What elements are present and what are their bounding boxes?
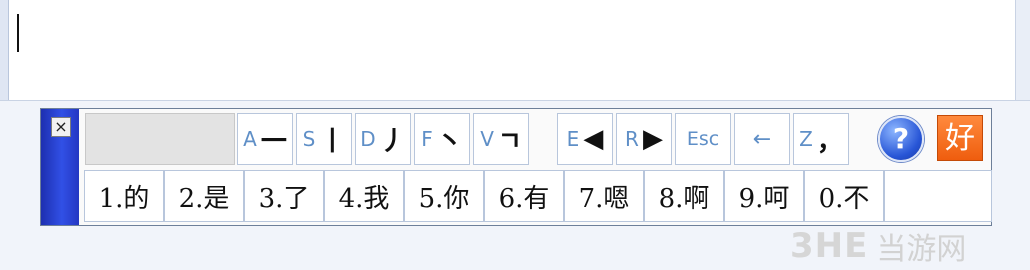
candidate-item[interactable]: 6.有 [484, 170, 564, 222]
arrow-left-icon: ← [752, 126, 772, 152]
key-letter: F [421, 127, 433, 151]
candidate-item[interactable]: 0.不 [804, 170, 884, 222]
key-letter: E [566, 127, 580, 151]
stroke-key-dot[interactable]: F丶 [414, 113, 470, 165]
candidate-item[interactable]: 4.我 [324, 170, 404, 222]
key-glyph: 丨 [319, 126, 346, 157]
key-glyph: 丶 [436, 126, 463, 157]
key-glyph: 丿 [379, 126, 406, 157]
backspace-key[interactable]: ← [734, 113, 790, 165]
triangle-left-icon: ◀ [583, 124, 604, 154]
candidate-item[interactable]: 7.嗯 [564, 170, 644, 222]
stroke-key-horizontal[interactable]: A一 [237, 113, 293, 165]
stroke-key-left-falling[interactable]: D丿 [355, 113, 411, 165]
help-icon: ? [878, 116, 924, 162]
key-letter: A [243, 127, 257, 151]
page-next-key[interactable]: R ▶ [616, 113, 672, 165]
candidate-item[interactable]: 3.了 [244, 170, 324, 222]
key-glyph: ， [816, 126, 843, 157]
help-button[interactable]: ? [875, 113, 927, 165]
candidate-item[interactable]: 8.啊 [644, 170, 724, 222]
candidate-item[interactable]: 5.你 [404, 170, 484, 222]
candidate-item[interactable]: 1.的 [84, 170, 164, 222]
pinyin-input-box[interactable] [85, 113, 235, 165]
key-glyph: Esc [686, 128, 720, 150]
key-letter: S [302, 127, 316, 151]
watermark-logo: 3HE [790, 226, 869, 266]
ime-toolbar: × A 一 S 丨 D 丿 F 丶 V ㄱ E ◀ R ▶ Esc ← Z， ? 好 1.的 2.是 3.了 4.我 5… [40, 108, 992, 226]
comma-key[interactable]: Z， [793, 113, 849, 165]
key-letter: V [480, 127, 494, 151]
stroke-key-vertical[interactable]: S丨 [296, 113, 352, 165]
key-letter: Z [799, 127, 813, 151]
watermark-text: 当游网 [876, 232, 967, 267]
ime-logo-button[interactable]: 好 [937, 115, 983, 161]
esc-key[interactable]: Esc [675, 113, 731, 165]
key-letter: R [625, 127, 639, 151]
key-glyph: ㄱ [497, 126, 522, 157]
toolbar-drag-handle[interactable]: × [41, 109, 79, 225]
candidate-item[interactable]: 2.是 [164, 170, 244, 222]
key-letter: D [360, 127, 376, 151]
candidate-filler [884, 170, 992, 222]
page-prev-key[interactable]: E ◀ [557, 113, 613, 165]
key-glyph: 一 [260, 126, 287, 157]
scrollbar[interactable] [1015, 0, 1030, 100]
watermark: 3HE 当游网 [790, 226, 967, 267]
candidate-list: 1.的 2.是 3.了 4.我 5.你 6.有 7.嗯 8.啊 9.呵 0.不 [84, 170, 992, 222]
text-caret [17, 14, 19, 52]
candidate-item[interactable]: 9.呵 [724, 170, 804, 222]
divider [0, 100, 1030, 101]
triangle-right-icon: ▶ [642, 124, 663, 154]
stroke-key-turning[interactable]: Vㄱ [473, 113, 529, 165]
close-button[interactable]: × [51, 117, 71, 137]
